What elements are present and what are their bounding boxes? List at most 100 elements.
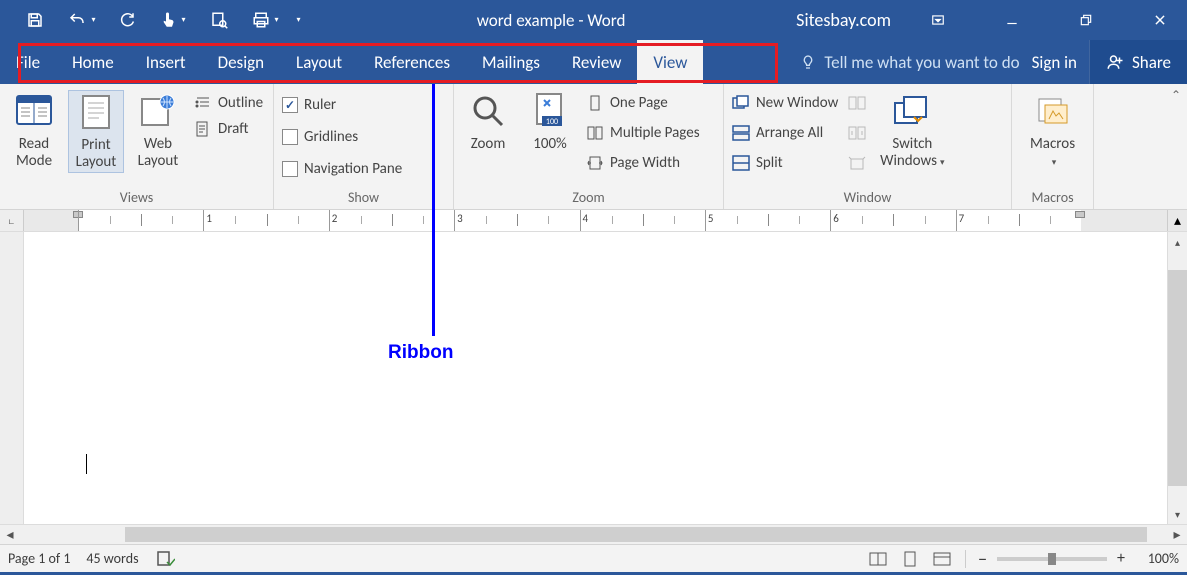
print-layout-button[interactable]: Print Layout	[68, 90, 124, 173]
ruler-num-6: 6	[833, 212, 839, 225]
horizontal-scrollbar[interactable]: ◂ ▸	[0, 524, 1187, 544]
read-mode-button[interactable]: Read Mode	[6, 90, 62, 171]
sign-in-link[interactable]: Sign in	[1020, 52, 1089, 73]
tell-me-search[interactable]: Tell me what you want to do	[800, 52, 1019, 73]
new-window-icon	[732, 94, 750, 112]
spellcheck-button[interactable]	[155, 550, 177, 568]
minimize-button[interactable]	[985, 0, 1039, 40]
annotation-arrow	[432, 84, 435, 336]
vertical-scrollbar[interactable]: ▴ ▾	[1167, 232, 1187, 524]
group-macros: Macros▾ Macros	[1012, 84, 1094, 209]
one-page-label: One Page	[610, 94, 668, 112]
save-button[interactable]	[12, 0, 58, 40]
sync-scrolling-button[interactable]	[846, 122, 868, 144]
group-show: ✓ Ruler Gridlines Navigation Pane Show	[274, 84, 454, 209]
new-window-button[interactable]: New Window	[730, 92, 840, 114]
print-layout-label: Print Layout	[71, 137, 121, 172]
tab-references[interactable]: References	[358, 40, 466, 84]
magnifier-icon	[468, 90, 508, 132]
web-layout-label: Web Layout	[132, 136, 184, 171]
tab-file[interactable]: File	[0, 40, 56, 84]
reset-window-button[interactable]	[846, 152, 868, 174]
page-width-icon	[586, 154, 604, 172]
split-label: Split	[756, 154, 783, 172]
sync-scroll-icon	[848, 124, 866, 142]
ribbon-display-options-button[interactable]	[911, 0, 965, 40]
undo-button[interactable]: ▾	[58, 0, 104, 40]
zoom-100-button[interactable]: 100 100%	[522, 90, 578, 153]
page-width-label: Page Width	[610, 154, 680, 172]
document-area: Ribbon ▴ ▾	[0, 232, 1187, 524]
web-layout-view-button[interactable]	[931, 550, 953, 568]
read-mode-view-button[interactable]	[867, 550, 889, 568]
hscroll-right-button[interactable]: ▸	[1167, 525, 1187, 544]
ruler-num-3: 3	[457, 212, 463, 225]
outline-button[interactable]: Outline	[192, 92, 265, 114]
arrange-all-icon	[732, 124, 750, 142]
scroll-up-button[interactable]: ▴	[1168, 232, 1187, 252]
new-window-label: New Window	[756, 94, 838, 112]
navigation-pane-label: Navigation Pane	[304, 160, 402, 178]
share-button[interactable]: Share	[1089, 40, 1187, 84]
hscroll-left-button[interactable]: ◂	[0, 525, 20, 544]
zoom-out-button[interactable]: −	[978, 548, 987, 570]
switch-windows-button[interactable]: Switch Windows▾	[874, 90, 950, 171]
vertical-ruler[interactable]	[0, 232, 24, 524]
document-page[interactable]	[24, 232, 1167, 524]
switch-windows-label: Switch Windows▾	[876, 136, 948, 171]
svg-text:100: 100	[546, 117, 558, 127]
print-layout-view-button[interactable]	[899, 550, 921, 568]
collapse-ribbon-button[interactable]: ⌃	[1171, 88, 1181, 103]
word-count[interactable]: 45 words	[86, 550, 138, 567]
draft-label: Draft	[218, 120, 248, 138]
multiple-pages-button[interactable]: Multiple Pages	[584, 122, 702, 144]
scroll-thumb[interactable]	[1168, 270, 1187, 486]
zoom-percent[interactable]: 100%	[1135, 550, 1179, 567]
tab-insert[interactable]: Insert	[130, 40, 202, 84]
titlebar: ▾ ▾ ▾ ▾ word example - Word Sitesbay.com	[0, 0, 1187, 40]
page-width-button[interactable]: Page Width	[584, 152, 702, 174]
zoom-slider-knob[interactable]	[1048, 553, 1056, 565]
draft-button[interactable]: Draft	[192, 118, 265, 140]
macros-icon	[1033, 90, 1073, 132]
tab-selector[interactable]: ∟	[0, 210, 24, 231]
one-page-button[interactable]: One Page	[584, 92, 702, 114]
macros-button[interactable]: Macros▾	[1021, 90, 1085, 171]
page-indicator[interactable]: Page 1 of 1	[8, 550, 70, 567]
read-mode-label: Read Mode	[8, 136, 60, 171]
gridlines-checkbox[interactable]: Gridlines	[280, 126, 404, 148]
view-side-by-side-button[interactable]	[846, 92, 868, 114]
ruler-scroll-up[interactable]: ▴	[1167, 210, 1187, 231]
close-button[interactable]	[1133, 0, 1187, 40]
web-layout-icon	[138, 90, 178, 132]
tab-layout[interactable]: Layout	[280, 40, 358, 84]
tab-home[interactable]: Home	[56, 40, 130, 84]
zoom-label: Zoom	[471, 136, 506, 153]
horizontal-ruler[interactable]: ∟ 1 2 3 4 5 6 7 ▴	[0, 210, 1187, 232]
web-layout-button[interactable]: Web Layout	[130, 90, 186, 171]
quick-print-button[interactable]: ▾	[242, 0, 288, 40]
ruler-checkbox[interactable]: ✓ Ruler	[280, 94, 404, 116]
arrange-all-button[interactable]: Arrange All	[730, 122, 840, 144]
ruler-num-5: 5	[708, 212, 714, 225]
split-button[interactable]: Split	[730, 152, 840, 174]
hscroll-thumb[interactable]	[125, 527, 1147, 542]
tab-mailings[interactable]: Mailings	[466, 40, 556, 84]
tab-design[interactable]: Design	[202, 40, 280, 84]
zoom-in-button[interactable]: +	[1117, 549, 1125, 568]
zoom-button[interactable]: Zoom	[460, 90, 516, 153]
scroll-down-button[interactable]: ▾	[1168, 504, 1187, 524]
zoom-slider[interactable]	[997, 557, 1107, 561]
group-zoom: Zoom 100 100% One Page Multiple Pages	[454, 84, 724, 209]
qat-customize-button[interactable]: ▾	[288, 0, 306, 40]
tab-review[interactable]: Review	[556, 40, 637, 84]
group-zoom-label: Zoom	[454, 186, 723, 209]
restore-button[interactable]	[1059, 0, 1113, 40]
tab-view[interactable]: View	[637, 40, 703, 84]
print-preview-button[interactable]	[196, 0, 242, 40]
checkbox-icon: ✓	[282, 97, 298, 113]
ruler-label: Ruler	[304, 96, 336, 114]
touch-mode-button[interactable]: ▾	[150, 0, 196, 40]
navigation-pane-checkbox[interactable]: Navigation Pane	[280, 158, 404, 180]
redo-button[interactable]	[104, 0, 150, 40]
